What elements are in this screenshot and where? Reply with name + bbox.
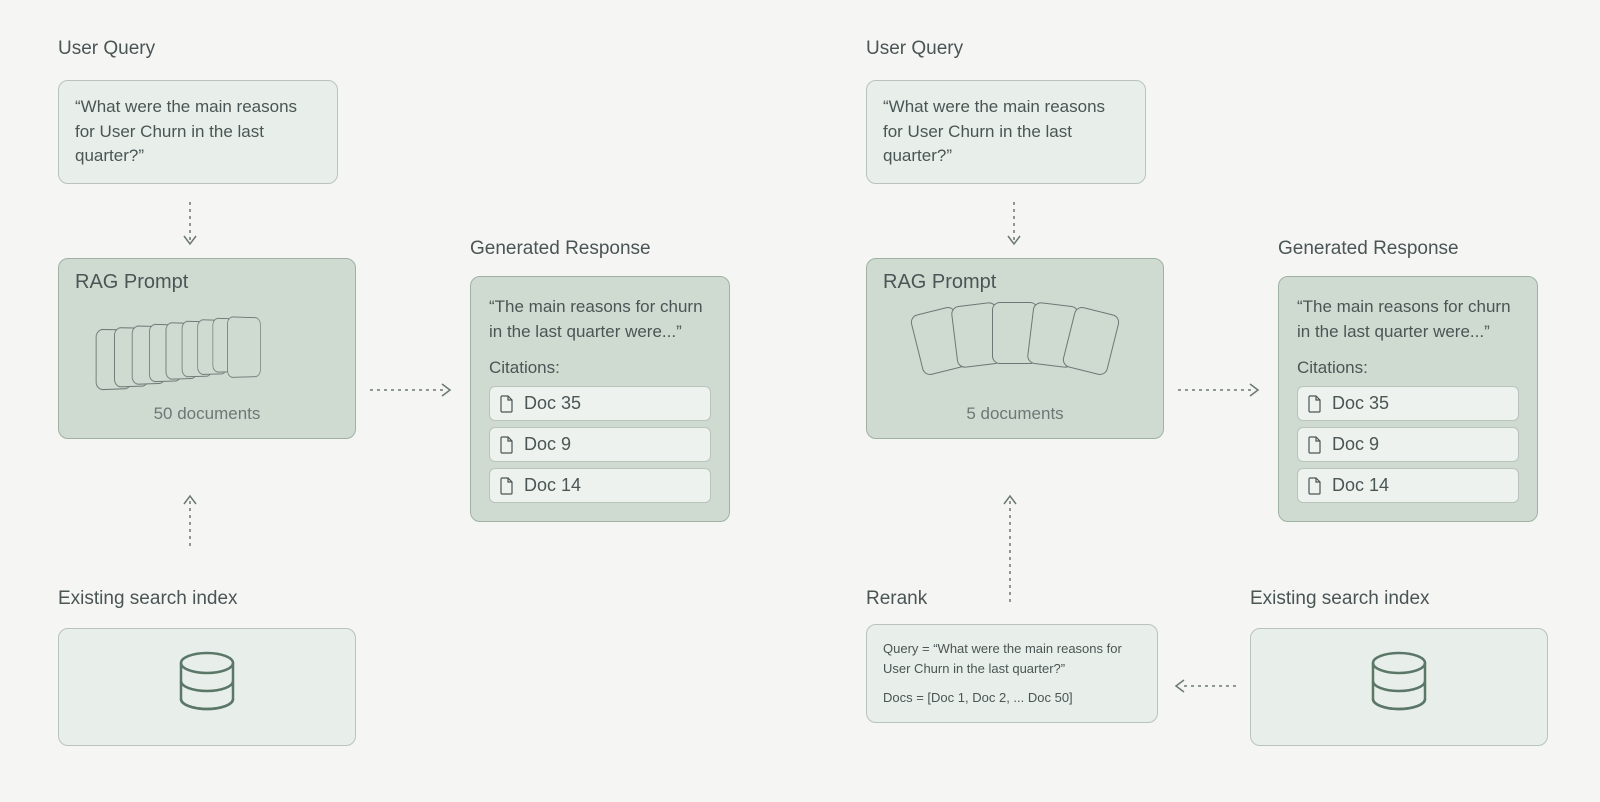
rerank-docs-text: Docs = [Doc 1, Doc 2, ... Doc 50] [883,688,1141,708]
document-icon [500,436,514,454]
generated-response-box-left: “The main reasons for churn in the last … [470,276,730,522]
user-query-text-right: “What were the main reasons for User Chu… [883,97,1105,165]
user-query-label-right: User Query [866,38,963,60]
rag-prompt-box-right: RAG Prompt 5 documents [866,258,1164,439]
user-query-box-left: “What were the main reasons for User Chu… [58,80,338,184]
citation-text: Doc 35 [524,393,581,414]
document-icon [1308,477,1322,495]
citations-label-right: Citations: [1297,358,1519,378]
arrow-left-icon [1170,676,1240,696]
generated-response-box-right: “The main reasons for churn in the last … [1278,276,1538,522]
generated-response-label-left: Generated Response [470,238,651,260]
rerank-label: Rerank [866,588,927,610]
database-icon [1369,651,1429,723]
document-icon [500,477,514,495]
rerank-query-text: Query = “What were the main reasons for … [883,639,1141,678]
document-icon [1308,436,1322,454]
document-icon [500,395,514,413]
document-icon [1308,395,1322,413]
existing-index-label-left: Existing search index [58,588,238,610]
database-icon [177,651,237,723]
rag-prompt-box-left: RAG Prompt 50 documents [58,258,356,439]
user-query-text-left: “What were the main reasons for User Chu… [75,97,297,165]
document-stack-icon [96,301,282,396]
doc-count-right: 5 documents [883,404,1147,424]
citation-item: Doc 9 [489,427,711,462]
user-query-label-left: User Query [58,38,155,60]
response-text-right: “The main reasons for churn in the last … [1297,295,1519,344]
arrow-down-icon [180,202,200,250]
existing-index-label-right: Existing search index [1250,588,1430,610]
user-query-box-right: “What were the main reasons for User Chu… [866,80,1146,184]
citation-item: Doc 14 [489,468,711,503]
citation-text: Doc 9 [1332,434,1379,455]
arrow-down-icon [1004,202,1024,250]
rerank-box: Query = “What were the main reasons for … [866,624,1158,723]
arrow-right-icon [1178,380,1264,400]
generated-response-label-right: Generated Response [1278,238,1459,260]
citation-text: Doc 9 [524,434,571,455]
rag-prompt-label-right: RAG Prompt [883,271,1147,294]
citation-item: Doc 35 [489,386,711,421]
citation-text: Doc 14 [524,475,581,496]
doc-count-left: 50 documents [75,404,339,424]
rag-prompt-label-left: RAG Prompt [75,271,339,294]
response-text-left: “The main reasons for churn in the last … [489,295,711,344]
citation-item: Doc 35 [1297,386,1519,421]
search-index-box-left [58,628,356,746]
citations-label-left: Citations: [489,358,711,378]
citation-item: Doc 14 [1297,468,1519,503]
arrow-right-icon [370,380,456,400]
arrow-up-icon [1000,490,1020,606]
citation-text: Doc 35 [1332,393,1389,414]
document-fan-icon [883,304,1147,394]
arrow-up-icon [180,490,200,550]
search-index-box-right [1250,628,1548,746]
citation-text: Doc 14 [1332,475,1389,496]
citation-item: Doc 9 [1297,427,1519,462]
